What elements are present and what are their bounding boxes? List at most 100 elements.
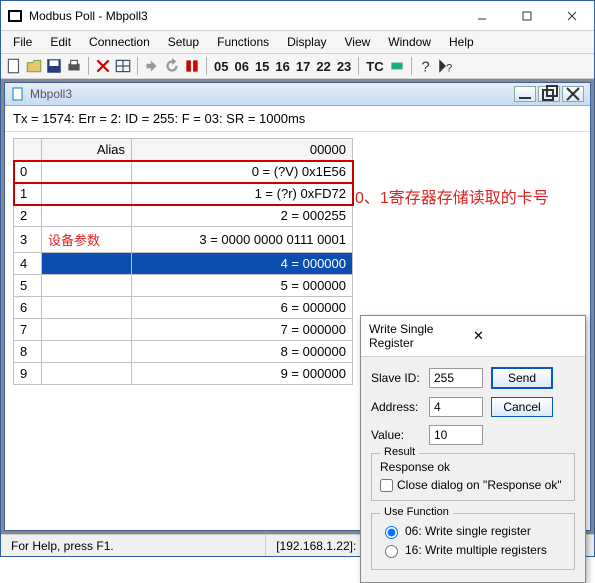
stop-icon[interactable] <box>183 57 201 75</box>
status-line: Tx = 1574: Err = 2: ID = 255: F = 03: SR… <box>5 106 590 132</box>
result-group-title: Result <box>380 446 419 458</box>
new-icon[interactable] <box>5 57 23 75</box>
row-index[interactable]: 0 <box>14 161 42 183</box>
memory-icon[interactable] <box>388 57 406 75</box>
minimize-button[interactable] <box>459 1 504 30</box>
slave-id-label: Slave ID: <box>371 371 429 385</box>
titlebar: Modbus Poll - Mbpoll3 <box>1 1 594 31</box>
dialog-titlebar: Write Single Register ✕ <box>361 316 585 357</box>
child-restore-button[interactable] <box>538 86 560 102</box>
cancel-button[interactable]: Cancel <box>491 397 553 417</box>
use-function-title: Use Function <box>380 506 453 518</box>
table-row: 77 = 000000 <box>14 319 353 341</box>
menu-file[interactable]: File <box>5 33 40 51</box>
address-input[interactable] <box>429 397 483 417</box>
value-input[interactable] <box>429 425 483 445</box>
row-index[interactable]: 3 <box>14 227 42 253</box>
toolbar-tc[interactable]: TC <box>364 59 385 74</box>
svg-text:?: ? <box>446 63 452 75</box>
col-alias: Alias <box>42 139 132 161</box>
menu-window[interactable]: Window <box>380 33 439 51</box>
col-index <box>14 139 42 161</box>
child-minimize-button[interactable] <box>514 86 536 102</box>
cancel-icon[interactable] <box>94 57 112 75</box>
arrows-icon[interactable] <box>143 57 161 75</box>
menu-setup[interactable]: Setup <box>160 33 207 51</box>
row-value[interactable]: 4 = 000000 <box>132 253 353 275</box>
toolbar-code-15[interactable]: 15 <box>253 59 271 74</box>
close-on-ok-input[interactable] <box>380 479 393 492</box>
table-row: 2 2 = 000255 <box>14 205 353 227</box>
table-row-selected: 4 4 = 000000 <box>14 253 353 275</box>
table-row: 1 1 = (?r) 0xFD72 <box>14 183 353 205</box>
row-index[interactable]: 2 <box>14 205 42 227</box>
value-label: Value: <box>371 428 429 442</box>
col-value: 00000 <box>132 139 353 161</box>
table-row: 55 = 000000 <box>14 275 353 297</box>
write-register-dialog: Write Single Register ✕ Slave ID: Send A… <box>360 315 586 583</box>
menu-view[interactable]: View <box>337 33 379 51</box>
slave-id-input[interactable] <box>429 368 483 388</box>
main-window: Modbus Poll - Mbpoll3 File Edit Connecti… <box>0 0 595 557</box>
toolbar-code-16[interactable]: 16 <box>273 59 291 74</box>
close-on-ok-checkbox[interactable]: Close dialog on "Response ok" <box>380 478 566 492</box>
row-alias[interactable] <box>42 183 132 205</box>
fn06-radio[interactable]: 06: Write single register <box>380 523 566 539</box>
use-function-group: Use Function 06: Write single register 1… <box>371 513 575 570</box>
dialog-close-button[interactable]: ✕ <box>473 328 577 344</box>
annotation-01: 0、1寄存器存储读取的卡号 <box>355 184 549 208</box>
table-row: 66 = 000000 <box>14 297 353 319</box>
menu-connection[interactable]: Connection <box>81 33 158 51</box>
row-value[interactable]: 1 = (?r) 0xFD72 <box>132 183 353 205</box>
mdi-client: Mbpoll3 Tx = 1574: Err = 2: ID = 255: F … <box>1 79 594 534</box>
address-label: Address: <box>371 400 429 414</box>
toolbar-code-06[interactable]: 06 <box>232 59 250 74</box>
context-help-icon[interactable]: ? <box>437 57 455 75</box>
menu-help[interactable]: Help <box>441 33 482 51</box>
toolbar-code-05[interactable]: 05 <box>212 59 230 74</box>
table-row: 88 = 000000 <box>14 341 353 363</box>
row-alias[interactable] <box>42 205 132 227</box>
table-row: 3 设备参数 3 = 0000 0000 0111 0001 <box>14 227 353 253</box>
child-close-button[interactable] <box>562 86 584 102</box>
toolbar-code-23[interactable]: 23 <box>335 59 353 74</box>
help-icon[interactable]: ? <box>417 57 435 75</box>
status-hint: For Help, press F1. <box>1 535 266 556</box>
close-button[interactable] <box>549 1 594 30</box>
reload-icon[interactable] <box>163 57 181 75</box>
toolbar-code-22[interactable]: 22 <box>314 59 332 74</box>
menu-edit[interactable]: Edit <box>42 33 79 51</box>
toolbar-code-17[interactable]: 17 <box>294 59 312 74</box>
maximize-button[interactable] <box>504 1 549 30</box>
row-value[interactable]: 2 = 000255 <box>132 205 353 227</box>
row-index[interactable]: 1 <box>14 183 42 205</box>
child-title: Mbpoll3 <box>30 87 514 101</box>
save-icon[interactable] <box>45 57 63 75</box>
row-alias[interactable] <box>42 161 132 183</box>
table-row: 99 = 000000 <box>14 363 353 385</box>
menubar: File Edit Connection Setup Functions Dis… <box>1 31 594 54</box>
register-table[interactable]: Alias 00000 0 0 = (?V) 0x1E56 1 1 = (?r)… <box>13 138 353 385</box>
row-value[interactable]: 0 = (?V) 0x1E56 <box>132 161 353 183</box>
row-alias[interactable]: 设备参数 <box>42 227 132 253</box>
fn16-radio[interactable]: 16: Write multiple registers <box>380 542 566 558</box>
row-value[interactable]: 3 = 0000 0000 0111 0001 <box>132 227 353 253</box>
toolbar: 05 06 15 16 17 22 23 TC ? ? <box>1 54 594 79</box>
result-group: Result Response ok Close dialog on "Resp… <box>371 453 575 501</box>
table-icon[interactable] <box>114 57 132 75</box>
row-index[interactable]: 4 <box>14 253 42 275</box>
doc-icon <box>11 87 25 101</box>
menu-display[interactable]: Display <box>279 33 334 51</box>
dialog-title: Write Single Register <box>369 322 473 350</box>
response-ok-text: Response ok <box>380 460 566 474</box>
print-icon[interactable] <box>65 57 83 75</box>
child-titlebar: Mbpoll3 <box>5 83 590 106</box>
app-icon <box>7 8 23 24</box>
table-row: 0 0 = (?V) 0x1E56 <box>14 161 353 183</box>
open-icon[interactable] <box>25 57 43 75</box>
svg-text:?: ? <box>421 60 429 75</box>
row-alias[interactable] <box>42 253 132 275</box>
window-title: Modbus Poll - Mbpoll3 <box>29 9 459 23</box>
menu-functions[interactable]: Functions <box>209 33 277 51</box>
send-button[interactable]: Send <box>491 367 553 389</box>
